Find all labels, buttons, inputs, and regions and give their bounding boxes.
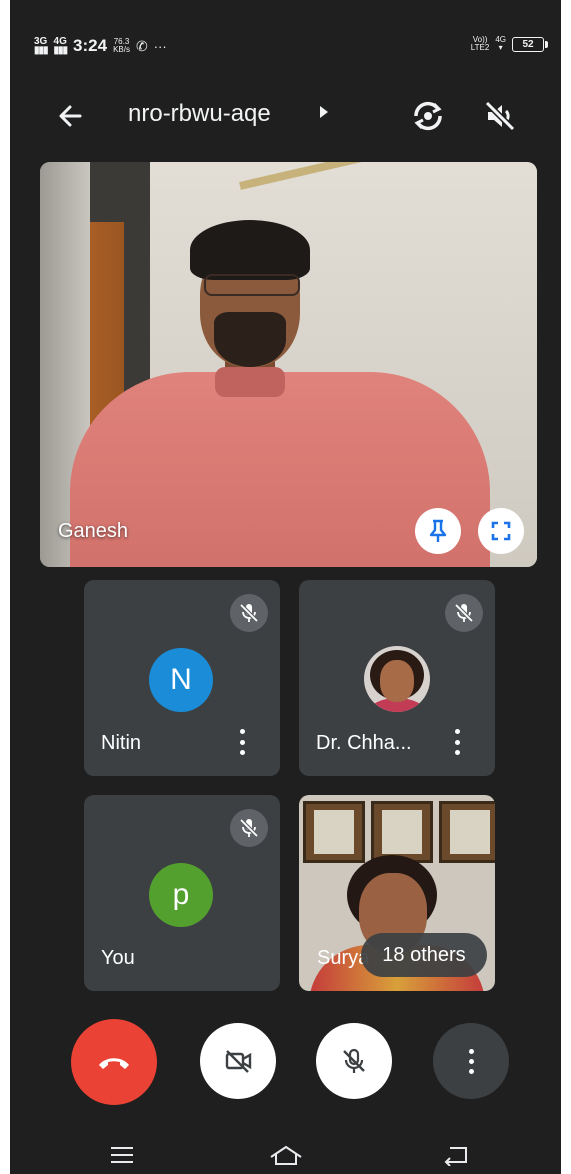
network-speed-unit: KB/s	[113, 45, 130, 54]
volte-indicator: Vo)) LTE2	[471, 36, 490, 52]
camera-off-icon	[225, 1050, 252, 1073]
phone-hangup-icon	[99, 1058, 129, 1069]
more-notifications: ···	[153, 38, 167, 54]
wall-frame	[439, 801, 495, 863]
avatar: p	[149, 863, 213, 927]
menu-nav-button[interactable]	[102, 1140, 142, 1170]
participant-tile[interactable]: Surya 18 others	[299, 795, 495, 991]
mic-off-icon	[454, 603, 474, 623]
camera-toggle-button[interactable]	[200, 1023, 276, 1099]
speaker-button[interactable]	[480, 96, 520, 136]
participant-glasses	[204, 274, 300, 296]
avatar: N	[149, 648, 213, 712]
participant-more-button[interactable]	[232, 725, 252, 759]
participant-collar	[215, 367, 285, 397]
status-bar: 3G ▮▮▮ 4G ▮▮▮ 3:24 76.3 KB/s ✆ ··· Vo)) …	[34, 35, 548, 60]
participant-name: You	[101, 947, 135, 969]
meeting-code[interactable]: nro-rbwu-aqe	[128, 100, 271, 128]
participant-hair	[190, 220, 310, 280]
participant-tile[interactable]: N Nitin	[84, 580, 280, 776]
participant-name: Nitin	[101, 732, 142, 754]
lte-label: LTE2	[470, 43, 490, 52]
menu-icon	[111, 1147, 133, 1163]
system-nav-bar	[10, 1134, 561, 1174]
mic-off-icon	[343, 1048, 365, 1073]
network-right: 4G ▾	[495, 35, 506, 52]
back-icon	[444, 1147, 467, 1166]
muted-badge	[445, 594, 483, 632]
avatar	[364, 646, 430, 712]
signal-indicator: 3G ▮▮▮	[34, 36, 48, 56]
mic-toggle-button[interactable]	[316, 1023, 392, 1099]
caret-right-icon[interactable]	[320, 106, 328, 118]
mic-off-icon	[239, 818, 259, 838]
muted-badge	[230, 594, 268, 632]
others-chip[interactable]: 18 others	[361, 933, 487, 977]
participant-name: Dr. Chha...	[316, 732, 412, 754]
self-tile[interactable]: p You	[84, 795, 280, 991]
signal-indicator-2: 4G ▮▮▮	[53, 36, 68, 56]
camera-switch-icon	[414, 101, 442, 131]
app-bar: nro-rbwu-aqe	[10, 92, 561, 142]
wall-frame	[303, 801, 365, 863]
more-options-button[interactable]	[433, 1023, 509, 1099]
main-participant-name: Ganesh	[58, 520, 129, 542]
network-speed: 76.3 KB/s	[113, 38, 130, 54]
speaker-off-icon	[484, 100, 516, 132]
switch-camera-button[interactable]	[408, 96, 448, 136]
pin-button[interactable]	[415, 508, 461, 554]
home-nav-button[interactable]	[266, 1140, 306, 1170]
pin-icon	[429, 519, 447, 542]
more-vert-icon	[468, 1048, 474, 1074]
end-call-button[interactable]	[71, 1019, 157, 1105]
meet-call-screen: 3G ▮▮▮ 4G ▮▮▮ 3:24 76.3 KB/s ✆ ··· Vo)) …	[10, 0, 561, 1174]
participant-more-button[interactable]	[447, 725, 467, 759]
back-button[interactable]	[50, 96, 90, 136]
main-video-tile[interactable]: Ganesh	[40, 162, 537, 567]
clock: 3:24	[73, 36, 108, 55]
muted-badge	[230, 809, 268, 847]
mic-off-icon	[239, 603, 259, 623]
home-icon	[270, 1145, 302, 1165]
fullscreen-button[interactable]	[478, 508, 524, 554]
arrow-left-icon	[59, 105, 82, 127]
wall-frame	[371, 801, 433, 863]
back-nav-button[interactable]	[436, 1140, 476, 1170]
whatsapp-icon: ✆	[135, 37, 148, 54]
battery-indicator: 52	[512, 36, 548, 52]
participant-beard	[214, 312, 286, 367]
participant-tile[interactable]: Dr. Chha...	[299, 580, 495, 776]
fullscreen-icon	[491, 521, 511, 541]
